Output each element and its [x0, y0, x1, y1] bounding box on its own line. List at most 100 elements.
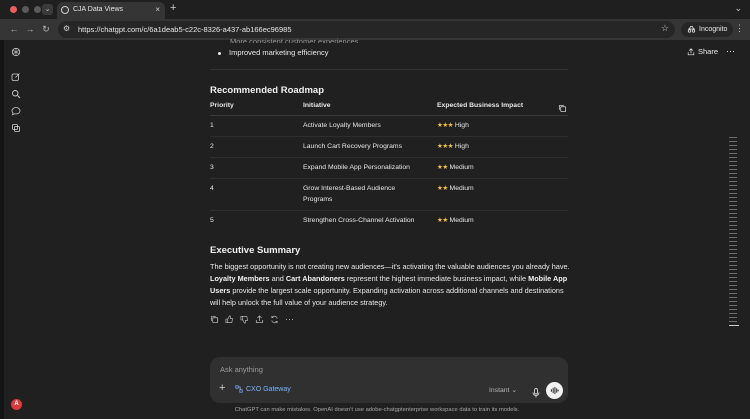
- impact-cell: ★★★ High: [437, 120, 469, 131]
- minimap-marker[interactable]: [729, 265, 737, 266]
- bookmark-star-icon[interactable]: ☆: [661, 23, 669, 34]
- sidebar-rail: A: [4, 40, 28, 419]
- minimap-marker[interactable]: [729, 213, 737, 214]
- chat-bubble-icon[interactable]: [11, 106, 21, 116]
- incognito-profile-button[interactable]: Incognito: [681, 22, 734, 37]
- composer-input[interactable]: Ask anything: [220, 365, 263, 374]
- minimap-marker[interactable]: [729, 301, 737, 302]
- window-maximize-button[interactable]: [34, 6, 41, 13]
- openai-logo-icon[interactable]: [11, 47, 21, 57]
- minimap-marker[interactable]: [729, 221, 737, 222]
- minimap-marker[interactable]: [729, 257, 737, 258]
- browser-tab-active[interactable]: CJA Data Views ×: [57, 2, 165, 19]
- minimap-marker[interactable]: [729, 229, 737, 230]
- thumbs-up-icon[interactable]: [225, 315, 234, 324]
- impact-label: Medium: [449, 185, 474, 192]
- minimap-marker[interactable]: [729, 241, 737, 242]
- minimap-marker[interactable]: [729, 245, 737, 246]
- star-rating-icon: ★★: [437, 217, 448, 224]
- conversation-minimap[interactable]: [729, 137, 739, 329]
- minimap-marker[interactable]: [729, 173, 737, 174]
- minimap-marker[interactable]: [729, 225, 737, 226]
- minimap-marker[interactable]: [729, 277, 737, 278]
- minimap-marker[interactable]: [729, 249, 737, 250]
- minimap-marker[interactable]: [729, 169, 737, 170]
- minimap-marker[interactable]: [729, 189, 737, 190]
- minimap-marker[interactable]: [729, 297, 737, 298]
- bullet-dot: [218, 51, 221, 55]
- regenerate-icon[interactable]: [270, 315, 279, 324]
- library-icon[interactable]: [11, 123, 21, 133]
- minimap-marker[interactable]: [729, 261, 737, 262]
- window-minimize-button[interactable]: [22, 6, 29, 13]
- minimap-marker[interactable]: [729, 185, 737, 186]
- connector-icon: [235, 385, 243, 393]
- minimap-marker[interactable]: [729, 165, 737, 166]
- back-arrow-icon[interactable]: ←: [8, 23, 20, 35]
- minimap-marker-current[interactable]: [729, 325, 739, 326]
- minimap-marker[interactable]: [729, 181, 737, 182]
- minimap-marker[interactable]: [729, 237, 737, 238]
- browser-menu-icon[interactable]: ⋮: [735, 23, 744, 34]
- minimap-marker[interactable]: [729, 201, 737, 202]
- initiative-cell: Activate Loyalty Members: [303, 122, 381, 129]
- site-info-icon[interactable]: ⚙: [63, 24, 70, 33]
- impact-cell: ★★★ High: [437, 141, 469, 152]
- conversation-options-button[interactable]: ⋯: [726, 46, 735, 57]
- minimap-marker[interactable]: [729, 321, 737, 322]
- reload-icon[interactable]: ↻: [40, 23, 52, 35]
- tab-search-button[interactable]: ⌄: [42, 4, 53, 15]
- minimap-marker[interactable]: [729, 313, 737, 314]
- summary-bold: Cart Abandoners: [285, 274, 345, 283]
- minimap-marker[interactable]: [729, 289, 737, 290]
- minimap-marker[interactable]: [729, 309, 737, 310]
- model-mode-select[interactable]: Instant ⌄: [489, 386, 517, 394]
- minimap-marker[interactable]: [729, 149, 737, 150]
- minimap-marker[interactable]: [729, 161, 737, 162]
- minimap-marker[interactable]: [729, 285, 737, 286]
- share-icon: [687, 47, 695, 55]
- copy-icon[interactable]: [210, 315, 219, 324]
- minimap-marker[interactable]: [729, 177, 737, 178]
- minimap-marker[interactable]: [729, 269, 737, 270]
- url-text[interactable]: https://chatgpt.com/c/6a1deab5-c22c-8326…: [78, 25, 292, 34]
- roadmap-heading: Recommended Roadmap: [210, 85, 325, 96]
- add-attachment-button[interactable]: +: [219, 383, 225, 394]
- minimap-marker[interactable]: [729, 273, 737, 274]
- minimap-marker[interactable]: [729, 197, 737, 198]
- minimap-marker[interactable]: [729, 157, 737, 158]
- forward-arrow-icon[interactable]: →: [24, 23, 36, 35]
- window-close-button[interactable]: [10, 6, 17, 13]
- more-actions-icon[interactable]: ⋯: [285, 315, 294, 324]
- minimap-marker[interactable]: [729, 153, 737, 154]
- thumbs-down-icon[interactable]: [240, 315, 249, 324]
- minimap-marker[interactable]: [729, 293, 737, 294]
- star-rating-icon: ★★: [437, 185, 448, 192]
- minimap-marker[interactable]: [729, 217, 737, 218]
- minimap-marker[interactable]: [729, 317, 737, 318]
- minimap-marker[interactable]: [729, 145, 737, 146]
- minimap-marker[interactable]: [729, 205, 737, 206]
- chevron-down-icon[interactable]: ⌄: [734, 3, 742, 14]
- search-icon[interactable]: [11, 89, 21, 99]
- minimap-marker[interactable]: [729, 141, 737, 142]
- minimap-marker[interactable]: [729, 233, 737, 234]
- message-composer[interactable]: Ask anything + CXO Gateway Instant ⌄: [210, 357, 568, 403]
- summary-text: represent the highest immediate business…: [344, 274, 529, 283]
- address-bar[interactable]: ⚙ https://chatgpt.com/c/6a1deab5-c22c-83…: [58, 21, 675, 38]
- minimap-marker[interactable]: [729, 253, 737, 254]
- voice-mode-button[interactable]: [546, 382, 563, 399]
- cxo-gateway-tool-chip[interactable]: CXO Gateway: [235, 385, 291, 393]
- microphone-icon[interactable]: [532, 385, 540, 398]
- minimap-marker[interactable]: [729, 305, 737, 306]
- share-button[interactable]: Share: [687, 47, 718, 56]
- copy-table-icon[interactable]: [558, 100, 567, 113]
- minimap-marker[interactable]: [729, 281, 737, 282]
- new-chat-icon[interactable]: [11, 72, 21, 82]
- minimap-marker[interactable]: [729, 137, 737, 138]
- minimap-marker[interactable]: [729, 209, 737, 210]
- tab-close-icon[interactable]: ×: [155, 5, 160, 14]
- share-message-icon[interactable]: [255, 315, 264, 324]
- new-tab-button[interactable]: +: [170, 2, 176, 14]
- minimap-marker[interactable]: [729, 193, 737, 194]
